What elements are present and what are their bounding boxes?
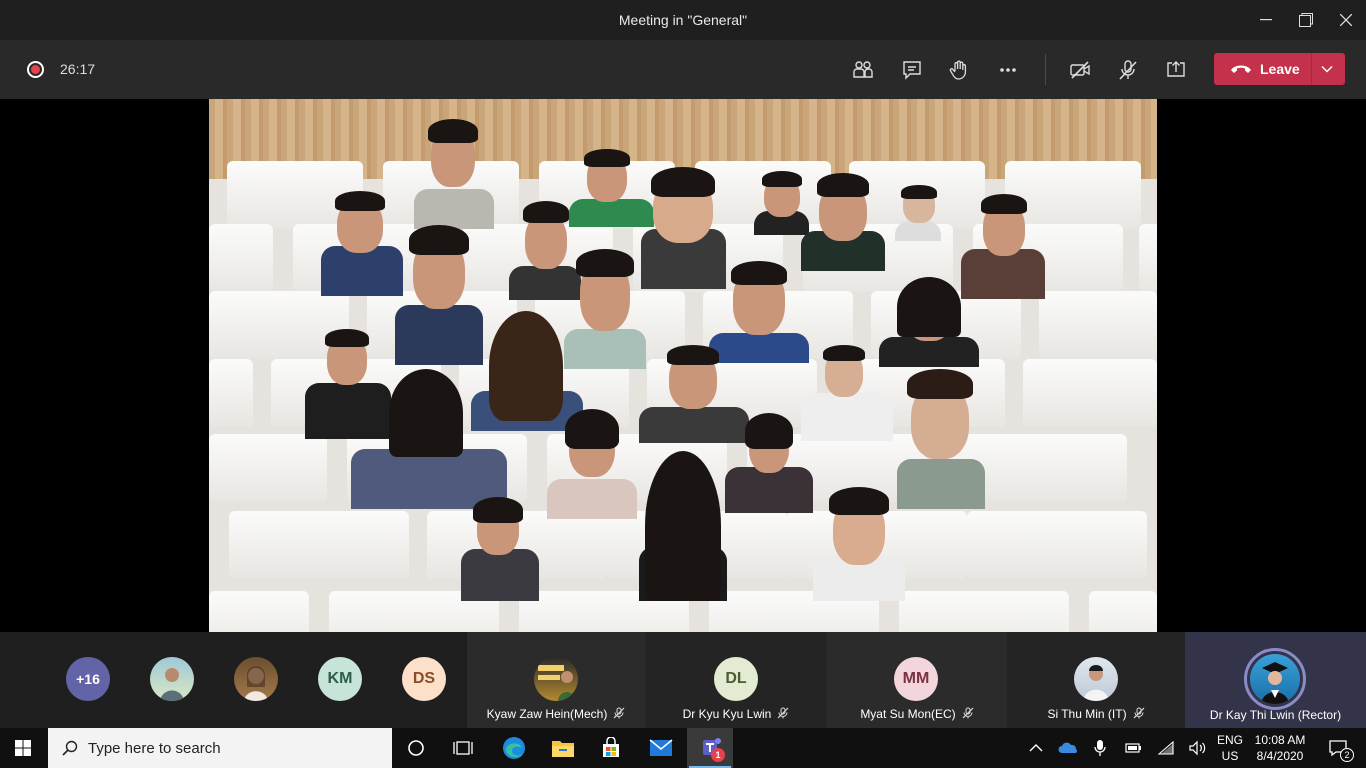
avatar[interactable] — [234, 657, 278, 701]
participant-name: Kyaw Zaw Hein(Mech) — [467, 707, 645, 722]
microsoft-store-icon[interactable] — [588, 728, 634, 768]
meeting-timer: 26:17 — [60, 61, 96, 77]
participant-tile[interactable]: DL Dr Kyu Kyu Lwin — [645, 632, 827, 728]
teams-icon[interactable]: 1 — [687, 728, 733, 768]
raise-hand-icon[interactable] — [943, 54, 975, 86]
participant-name: Myat Su Mon(EC) — [827, 707, 1007, 722]
avatar-initials: KM — [318, 657, 362, 701]
microphone-icon[interactable] — [1082, 728, 1118, 768]
more-options-icon[interactable] — [992, 54, 1024, 86]
avatar — [1250, 654, 1300, 704]
camera-off-icon[interactable] — [1064, 54, 1096, 86]
leave-divider — [1311, 53, 1312, 85]
share-screen-icon[interactable] — [1160, 54, 1192, 86]
task-view-icon[interactable] — [440, 728, 486, 768]
mail-icon[interactable] — [638, 728, 684, 768]
taskbar: Type here to search 1 ENG US 10:08 AM 8/… — [0, 728, 1366, 768]
file-explorer-icon[interactable] — [540, 728, 586, 768]
window-title: Meeting in "General" — [618, 12, 748, 28]
hang-up-icon — [1230, 63, 1254, 75]
leave-label: Leave — [1260, 61, 1300, 77]
chat-icon[interactable] — [896, 54, 928, 86]
minimize-icon[interactable] — [1246, 6, 1286, 34]
onedrive-icon[interactable] — [1050, 728, 1086, 768]
language-code: ENG — [1216, 733, 1243, 747]
action-center-icon[interactable]: 2 — [1316, 728, 1360, 768]
avatar-initials: MM — [894, 657, 938, 701]
participant-tile[interactable]: Kyaw Zaw Hein(Mech) — [467, 632, 645, 728]
mic-muted-icon — [613, 707, 625, 722]
participant-name-text: Si Thu Min (IT) — [1047, 706, 1127, 721]
wifi-icon[interactable] — [1148, 728, 1184, 768]
avatar[interactable]: KM — [318, 657, 362, 701]
participant-name-text: Kyaw Zaw Hein(Mech) — [486, 706, 608, 721]
clock-date: 8/4/2020 — [1256, 749, 1304, 763]
avatar — [1074, 657, 1118, 701]
participant-name: Dr Kay Thi Lwin (Rector) — [1209, 708, 1342, 722]
maximize-icon[interactable] — [1286, 6, 1326, 34]
cortana-icon[interactable] — [393, 728, 439, 768]
overflow-participants-badge[interactable]: +16 — [66, 657, 110, 701]
meeting-toolbar: 26:17 Leave — [0, 40, 1366, 99]
avatar — [534, 657, 578, 701]
mic-muted-icon[interactable] — [1112, 54, 1144, 86]
input-language[interactable]: ENG US — [1214, 732, 1246, 764]
video-stage — [0, 99, 1366, 632]
clock-time: 10:08 AM — [1254, 733, 1306, 747]
window-titlebar: Meeting in "General" — [0, 0, 1366, 40]
notification-badge: 1 — [711, 748, 725, 762]
chevron-down-icon[interactable] — [1320, 62, 1334, 81]
notification-count: 2 — [1340, 748, 1354, 762]
windows-start-icon[interactable] — [0, 728, 46, 768]
volume-icon[interactable] — [1180, 728, 1216, 768]
battery-icon[interactable] — [1115, 728, 1151, 768]
participant-name-text: Myat Su Mon(EC) — [860, 706, 956, 721]
mic-muted-icon — [962, 707, 974, 722]
avatar[interactable] — [150, 657, 194, 701]
together-mode-room — [209, 99, 1157, 632]
search-placeholder: Type here to search — [88, 739, 221, 757]
participants-icon[interactable] — [847, 54, 879, 86]
language-region: US — [1221, 749, 1239, 763]
taskbar-search-input[interactable]: Type here to search — [48, 728, 392, 768]
mic-muted-icon — [777, 707, 789, 722]
close-icon[interactable] — [1326, 6, 1366, 34]
search-icon — [62, 740, 78, 756]
mic-muted-icon — [1133, 707, 1145, 722]
participant-name-text: Dr Kyu Kyu Lwin — [682, 706, 772, 721]
clock[interactable]: 10:08 AM 8/4/2020 — [1248, 732, 1312, 764]
participant-name: Dr Kyu Kyu Lwin — [645, 707, 827, 722]
participant-name: Si Thu Min (IT) — [1007, 707, 1185, 722]
recording-icon — [27, 61, 44, 78]
participant-tile[interactable]: MM Myat Su Mon(EC) — [827, 632, 1007, 728]
toolbar-divider — [1045, 54, 1046, 85]
participant-tile[interactable]: Si Thu Min (IT) — [1007, 632, 1185, 728]
edge-browser-icon[interactable] — [491, 728, 537, 768]
avatar-initials: DS — [402, 657, 446, 701]
participant-tile[interactable]: Dr Kay Thi Lwin (Rector) — [1185, 632, 1366, 728]
speaking-indicator — [1244, 648, 1306, 710]
avatar[interactable]: DS — [402, 657, 446, 701]
participant-strip: +16 KM DS Kyaw Zaw Hein(Mech) DL Dr Kyu … — [0, 632, 1366, 728]
avatar-initials: DL — [714, 657, 758, 701]
leave-button[interactable]: Leave — [1214, 53, 1345, 85]
